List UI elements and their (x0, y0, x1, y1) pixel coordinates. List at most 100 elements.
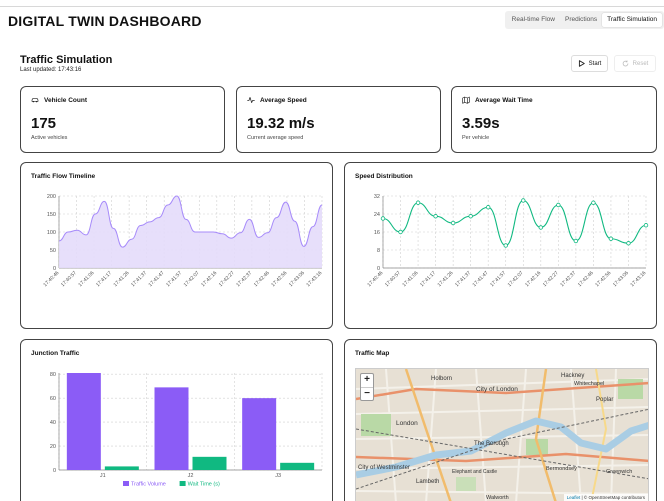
speed-x-tick: 17:41:47 (472, 270, 490, 288)
speed-x-tick: 17:41:06 (401, 270, 419, 288)
start-button[interactable]: Start (571, 55, 608, 72)
speed-point (485, 205, 491, 210)
speed-x-tick: 17:41:37 (454, 270, 472, 288)
flow-y-tick: 50 (50, 248, 56, 254)
reset-button[interactable]: Reset (614, 55, 656, 72)
speed-y-tick: 16 (374, 230, 380, 236)
speed-point (415, 200, 421, 205)
speed-x-tick: 17:42:56 (594, 270, 612, 288)
speed-x-tick: 17:41:57 (489, 270, 507, 288)
flow-x-tick: 17:41:26 (113, 270, 131, 288)
flow-x-tick: 17:40:57 (60, 270, 78, 288)
speed-point (608, 236, 614, 241)
vehicle-count-label: Vehicle Count (44, 96, 87, 104)
tab-real-time-flow[interactable]: Real-time Flow (507, 13, 560, 27)
flow-x-tick: 17:41:06 (77, 270, 95, 288)
traffic-map-title: Traffic Map (355, 350, 390, 357)
junction-x-tick: J1 (100, 473, 106, 479)
traffic-volume-bar (154, 387, 189, 470)
junction-y-tick: 20 (50, 444, 56, 450)
vehicle-count-card: Vehicle Count 175 Active vehicles (20, 86, 225, 153)
flow-x-tick: 17:42:56 (270, 270, 288, 288)
junction-x-tick: J2 (188, 473, 194, 479)
speed-x-tick: 17:41:26 (437, 270, 455, 288)
traffic-volume-bar (242, 398, 277, 470)
flow-x-tick: 17:42:37 (235, 270, 253, 288)
app-title: DIGITAL TWIN DASHBOARD (8, 13, 202, 29)
speed-x-tick: 17:43:06 (612, 270, 630, 288)
flow-y-tick: 200 (47, 194, 56, 200)
flow-x-tick: 17:42:07 (183, 270, 201, 288)
legend-swatch (179, 481, 186, 486)
speed-x-tick: 17:43:16 (629, 270, 647, 288)
wait-time-bar (104, 466, 139, 470)
traffic-flow-chart: 05010015020017:40:46 17:40:57 17:41:06 17:4… (42, 194, 323, 288)
speed-x-tick: 17:41:17 (419, 270, 437, 288)
tab-traffic-simulation[interactable]: Traffic Simulation (602, 13, 662, 27)
average-wait-value: 3.59s (462, 115, 500, 132)
speed-point (626, 241, 631, 246)
speed-line (382, 199, 647, 247)
play-icon (578, 60, 585, 67)
legend-label: Wait Time (s) (188, 482, 220, 488)
flow-x-tick: 17:42:27 (218, 270, 236, 288)
flow-y-tick: 100 (47, 230, 56, 236)
map-label-lambeth: Lambeth (416, 479, 439, 485)
zoom-in-button[interactable]: + (361, 374, 373, 387)
speed-point (450, 220, 456, 226)
speed-y-tick: 24 (374, 212, 380, 218)
average-wait-label: Average Wait Time (475, 96, 533, 104)
flow-x-tick: 17:41:47 (148, 270, 166, 288)
legend-label: Traffic Volume (131, 482, 166, 488)
map-zoom-control: + − (360, 373, 374, 401)
speed-y-tick: 32 (374, 194, 380, 200)
traffic-flow-card: Traffic Flow Timeline 0 50 100 150 200 17:40:… (20, 162, 333, 329)
flow-x-tick: 17:40:46 (42, 270, 60, 288)
map-label-london: London (396, 420, 418, 427)
reset-label: Reset (632, 60, 649, 67)
junction-traffic-chart: 0 20 40 60 80 J1 J2 J3 Traffic Volume Wait Time (… (50, 372, 323, 488)
flow-x-tick: 17:41:37 (130, 270, 148, 288)
traffic-map[interactable]: Hackney Holborn City of London Whitechap… (355, 368, 649, 501)
speed-point (643, 223, 649, 228)
view-tabs: Real-time Flow Predictions Traffic Simul… (504, 11, 664, 29)
speed-x-tick: 17:40:46 (366, 270, 384, 288)
map-icon (462, 96, 470, 104)
map-tiles: Hackney Holborn City of London Whitechap… (356, 369, 648, 501)
leaflet-link[interactable]: Leaflet (567, 495, 581, 500)
last-updated: Last updated: 17:43:16 (20, 67, 82, 73)
vehicle-count-sub: Active vehicles (31, 135, 68, 141)
map-label-westminster: City of Westminster (358, 465, 410, 471)
speed-point (573, 238, 579, 244)
flow-x-tick: 17:41:57 (165, 270, 183, 288)
speed-point (380, 216, 386, 221)
speed-point (591, 200, 596, 205)
flow-x-tick: 17:41:17 (95, 270, 113, 288)
junction-y-tick: 80 (50, 372, 56, 378)
map-label-holborn: Holborn (431, 376, 452, 382)
map-label-poplar: Poplar (596, 397, 613, 403)
osm-attribution: | © OpenStreetMap contributors (581, 495, 645, 500)
speed-point (433, 214, 438, 219)
speed-distribution-card: Speed Distribution 0 8 16 24 32 17:40:46 17:40… (344, 162, 657, 329)
map-label-city: City of London (476, 386, 518, 393)
map-label-whitechapel: Whitechapel (574, 381, 604, 387)
speed-x-tick: 17:42:07 (507, 270, 525, 288)
speed-point (538, 225, 543, 230)
map-label-bermondsey: Bermondsey (546, 466, 577, 472)
junction-y-tick: 40 (50, 420, 56, 426)
zoom-out-button[interactable]: − (361, 387, 373, 400)
tab-predictions[interactable]: Predictions (560, 13, 602, 27)
speed-x-tick: 17:42:46 (577, 270, 595, 288)
map-label-greenwich: Greenwich (606, 469, 632, 475)
average-speed-sub: Current average speed (247, 135, 304, 141)
speed-point (468, 214, 473, 219)
start-label: Start (588, 60, 602, 67)
speed-x-tick: 17:42:16 (524, 270, 542, 288)
traffic-volume-bar (66, 373, 101, 470)
activity-icon (247, 96, 255, 104)
legend-swatch (123, 481, 129, 486)
junction-x-tick: J3 (275, 473, 281, 479)
page-title: Traffic Simulation (20, 54, 113, 66)
map-attribution: Leaflet | © OpenStreetMap contributors (563, 494, 648, 501)
